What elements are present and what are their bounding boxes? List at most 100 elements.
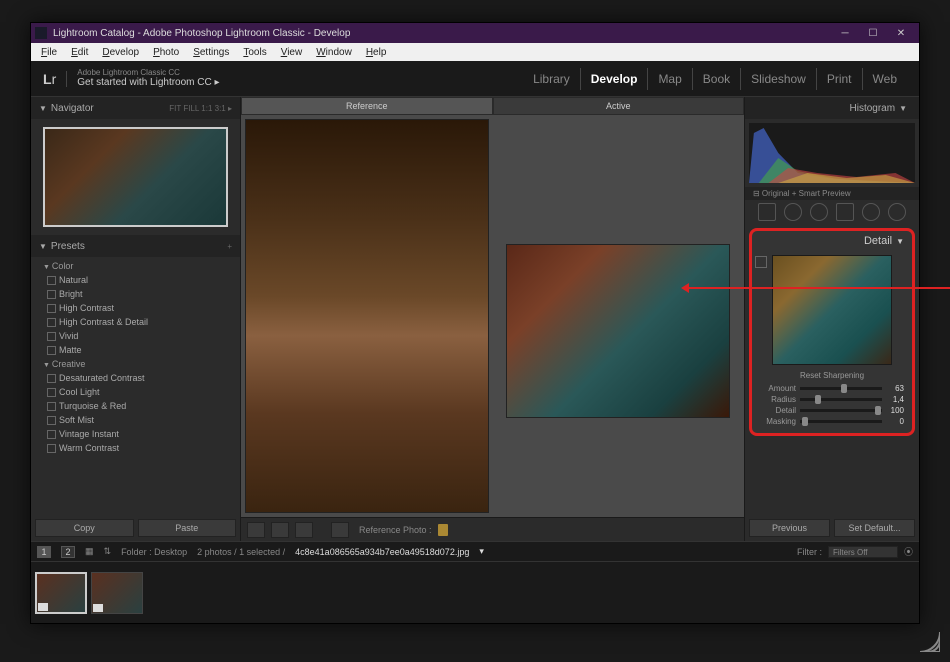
- grid-icon[interactable]: ▦: [85, 546, 94, 557]
- module-slideshow[interactable]: Slideshow: [741, 68, 817, 90]
- previous-button[interactable]: Previous: [749, 519, 830, 537]
- filter-dropdown[interactable]: Filters Off: [828, 546, 898, 558]
- close-button[interactable]: ✕: [887, 24, 915, 42]
- redeye-icon[interactable]: [810, 203, 828, 221]
- slider-detail[interactable]: Detail100: [752, 405, 912, 416]
- module-print[interactable]: Print: [817, 68, 863, 90]
- app-header: Lr Adobe Lightroom Classic CC Get starte…: [31, 61, 919, 97]
- navigator-preview[interactable]: [31, 119, 240, 235]
- module-picker[interactable]: LibraryDevelopMapBookSlideshowPrintWeb: [523, 68, 907, 90]
- center-toolbar[interactable]: Reference Photo :: [241, 517, 744, 541]
- menu-develop[interactable]: Develop: [96, 45, 145, 60]
- spot-removal-icon[interactable]: [784, 203, 802, 221]
- module-library[interactable]: Library: [523, 68, 581, 90]
- preset-group[interactable]: Creative: [31, 357, 240, 371]
- menu-photo[interactable]: Photo: [147, 45, 185, 60]
- set-default-button[interactable]: Set Default...: [834, 519, 915, 537]
- menubar[interactable]: FileEditDevelopPhotoSettingsToolsViewWin…: [31, 43, 919, 61]
- reference-view-icon[interactable]: [271, 522, 289, 538]
- window-title: Lightroom Catalog - Adobe Photoshop Ligh…: [53, 28, 350, 39]
- slider-radius[interactable]: Radius1,4: [752, 394, 912, 405]
- menu-edit[interactable]: Edit: [65, 45, 94, 60]
- histogram-header[interactable]: Histogram▼: [745, 97, 919, 119]
- preset-item[interactable]: Soft Mist: [31, 413, 240, 427]
- page-2[interactable]: 2: [61, 546, 75, 558]
- presets-list[interactable]: ColorNaturalBrightHigh ContrastHigh Cont…: [31, 257, 240, 457]
- loupe-view-icon[interactable]: [247, 522, 265, 538]
- filename: 4c8e41a086565a934b7ee0a49518d072.jpg: [295, 547, 469, 557]
- lock-icon[interactable]: [438, 524, 448, 536]
- preset-item[interactable]: Bright: [31, 287, 240, 301]
- edit-tools-strip[interactable]: [745, 200, 919, 224]
- presets-header[interactable]: ▼Presets +: [31, 235, 240, 257]
- reference-photo-label: Reference Photo :: [359, 525, 432, 535]
- minimize-button[interactable]: ─: [831, 24, 859, 42]
- navigator-zoom-options[interactable]: FIT FILL 1:1 3:1 ▸: [169, 104, 232, 113]
- tab-active[interactable]: Active: [493, 97, 745, 115]
- crop-tool-icon[interactable]: [758, 203, 776, 221]
- maximize-button[interactable]: ☐: [859, 24, 887, 42]
- preset-group[interactable]: Color: [31, 259, 240, 273]
- titlebar[interactable]: Lightroom Catalog - Adobe Photoshop Ligh…: [31, 23, 919, 43]
- menu-settings[interactable]: Settings: [187, 45, 235, 60]
- paste-button[interactable]: Paste: [138, 519, 237, 537]
- detail-preview[interactable]: [772, 255, 892, 365]
- graduated-filter-icon[interactable]: [836, 203, 854, 221]
- right-panel: Histogram▼ ⊟ Original + Smart Preview: [744, 97, 919, 541]
- photo-count: 2 photos / 1 selected /: [197, 547, 285, 557]
- menu-tools[interactable]: Tools: [237, 45, 272, 60]
- filter-lock-icon[interactable]: ⦿: [904, 545, 913, 558]
- preset-item[interactable]: Natural: [31, 273, 240, 287]
- app-icon: [35, 27, 47, 39]
- copy-button[interactable]: Copy: [35, 519, 134, 537]
- preset-item[interactable]: High Contrast: [31, 301, 240, 315]
- reference-photo-view[interactable]: [241, 115, 493, 517]
- corner-resize-icon: [900, 612, 940, 652]
- add-preset-icon[interactable]: +: [227, 242, 232, 251]
- preset-item[interactable]: Vintage Instant: [31, 427, 240, 441]
- preset-item[interactable]: Warm Contrast: [31, 441, 240, 455]
- module-map[interactable]: Map: [648, 68, 692, 90]
- preset-item[interactable]: Desaturated Contrast: [31, 371, 240, 385]
- detail-header[interactable]: Detail▼: [752, 231, 912, 251]
- filmstrip[interactable]: [31, 561, 919, 623]
- preset-item[interactable]: Vivid: [31, 329, 240, 343]
- active-photo-view[interactable]: [493, 115, 745, 517]
- sort-icon[interactable]: ⇅: [104, 546, 112, 557]
- filmstrip-thumb[interactable]: [35, 572, 87, 614]
- slider-masking[interactable]: Masking0: [752, 416, 912, 427]
- module-book[interactable]: Book: [693, 68, 741, 90]
- filmstrip-thumb[interactable]: [91, 572, 143, 614]
- page-1[interactable]: 1: [37, 546, 51, 558]
- radial-filter-icon[interactable]: [862, 203, 880, 221]
- preset-item[interactable]: High Contrast & Detail: [31, 315, 240, 329]
- menu-file[interactable]: File: [35, 45, 63, 60]
- left-panel: ▼Navigator FIT FILL 1:1 3:1 ▸ ▼Presets +…: [31, 97, 241, 541]
- preset-item[interactable]: Matte: [31, 343, 240, 357]
- adjustment-brush-icon[interactable]: [888, 203, 906, 221]
- folder-path[interactable]: Folder : Desktop: [121, 547, 187, 557]
- histogram-display[interactable]: [749, 123, 915, 183]
- preview-status: ⊟ Original + Smart Preview: [745, 187, 919, 200]
- navigator-header[interactable]: ▼Navigator FIT FILL 1:1 3:1 ▸: [31, 97, 240, 119]
- app-logo: Lr: [43, 71, 67, 87]
- filter-label: Filter :: [797, 547, 822, 557]
- swap-icon[interactable]: [331, 522, 349, 538]
- module-develop[interactable]: Develop: [581, 68, 649, 90]
- slider-amount[interactable]: Amount63: [752, 383, 912, 394]
- menu-help[interactable]: Help: [360, 45, 393, 60]
- detail-panel: Detail▼ Reset Sharpening Amount63Radius1…: [749, 228, 915, 436]
- preset-item[interactable]: Cool Light: [31, 385, 240, 399]
- annotation-arrow: [684, 287, 950, 289]
- preset-item[interactable]: Turquoise & Red: [31, 399, 240, 413]
- before-after-icon[interactable]: [295, 522, 313, 538]
- detail-picker-icon[interactable]: [755, 256, 767, 268]
- menu-window[interactable]: Window: [310, 45, 358, 60]
- reset-sharpening-label[interactable]: Reset Sharpening: [752, 371, 912, 380]
- identity[interactable]: Adobe Lightroom Classic CC Get started w…: [77, 68, 219, 90]
- secondary-toolbar[interactable]: 1 2 ▦ ⇅ Folder : Desktop 2 photos / 1 se…: [31, 541, 919, 561]
- module-web[interactable]: Web: [863, 68, 907, 90]
- menu-view[interactable]: View: [275, 45, 309, 60]
- tab-reference[interactable]: Reference: [241, 97, 493, 115]
- app-window: Lightroom Catalog - Adobe Photoshop Ligh…: [30, 22, 920, 624]
